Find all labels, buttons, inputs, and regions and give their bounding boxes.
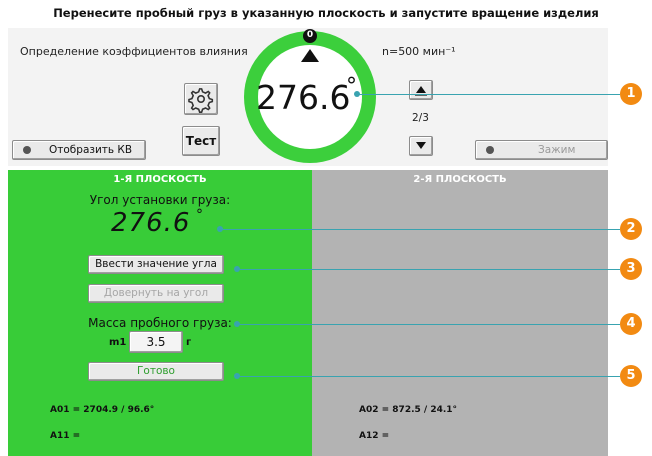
- triangle-up-icon: [415, 86, 427, 96]
- callout-2-leader: [220, 229, 620, 230]
- plane-1-degree-sign: °: [196, 207, 203, 223]
- page-up-button[interactable]: [409, 80, 433, 100]
- settings-button[interactable]: [184, 83, 218, 115]
- a01-value: A01 = 2704.9 / 96.6°: [50, 405, 155, 415]
- callout-4-badge: 4: [620, 313, 642, 335]
- mode-label: Определение коэффициентов влияния: [20, 45, 248, 58]
- callout-5-leader: [237, 376, 620, 377]
- mass-caption: Масса пробного груза:: [88, 316, 232, 330]
- triangle-down-icon: [416, 142, 426, 149]
- page-down-button[interactable]: [409, 136, 433, 156]
- enter-angle-button[interactable]: Ввести значение угла: [88, 255, 224, 274]
- mass-unit: г: [186, 337, 192, 348]
- clamp-label: Зажим: [538, 144, 576, 156]
- callout-2-badge: 2: [620, 218, 642, 240]
- compass-zero-mark: 0: [306, 30, 314, 40]
- indicator-dot-icon: [23, 146, 31, 154]
- a02-value: A02 = 872.5 / 24.1°: [359, 405, 458, 415]
- callout-4-leader: [237, 324, 620, 325]
- speed-label: n=500 мин⁻¹: [382, 45, 456, 58]
- plane-2-title: 2-Я ПЛОСКОСТЬ: [413, 174, 507, 185]
- indicator-dot-icon: [486, 146, 494, 154]
- mass-label: m1: [109, 337, 127, 348]
- instruction-title: Перенесите пробный груз в указанную плос…: [53, 6, 599, 20]
- page-indicator: 2/3: [412, 112, 429, 124]
- callout-3-badge: 3: [620, 258, 642, 280]
- plane-1-title: 1-Я ПЛОСКОСТЬ: [113, 174, 207, 185]
- clamp-button[interactable]: Зажим: [475, 140, 608, 160]
- show-kv-label: Отобразить КВ: [49, 144, 133, 156]
- dial-angle-value: 276.6: [256, 78, 351, 117]
- a12-value: A12 =: [359, 431, 390, 441]
- plane-1-angle-value: 276.6: [111, 208, 191, 238]
- mass-input[interactable]: 3.5: [129, 331, 183, 353]
- callout-3-leader: [237, 269, 620, 270]
- rotate-to-angle-button[interactable]: Довернуть на угол: [88, 284, 224, 303]
- show-kv-button[interactable]: Отобразить КВ: [12, 140, 146, 160]
- test-button[interactable]: Тест: [182, 126, 220, 156]
- callout-5-badge: 5: [620, 365, 642, 387]
- callout-1-leader: [357, 94, 620, 95]
- a11-value: A11 =: [50, 431, 81, 441]
- plane-2-panel: 2-Я ПЛОСКОСТЬ: [312, 170, 608, 456]
- callout-1-badge: 1: [620, 83, 642, 105]
- angle-caption: Угол установки груза:: [89, 193, 231, 207]
- gear-icon: [188, 88, 214, 113]
- ready-button[interactable]: Готово: [88, 362, 224, 381]
